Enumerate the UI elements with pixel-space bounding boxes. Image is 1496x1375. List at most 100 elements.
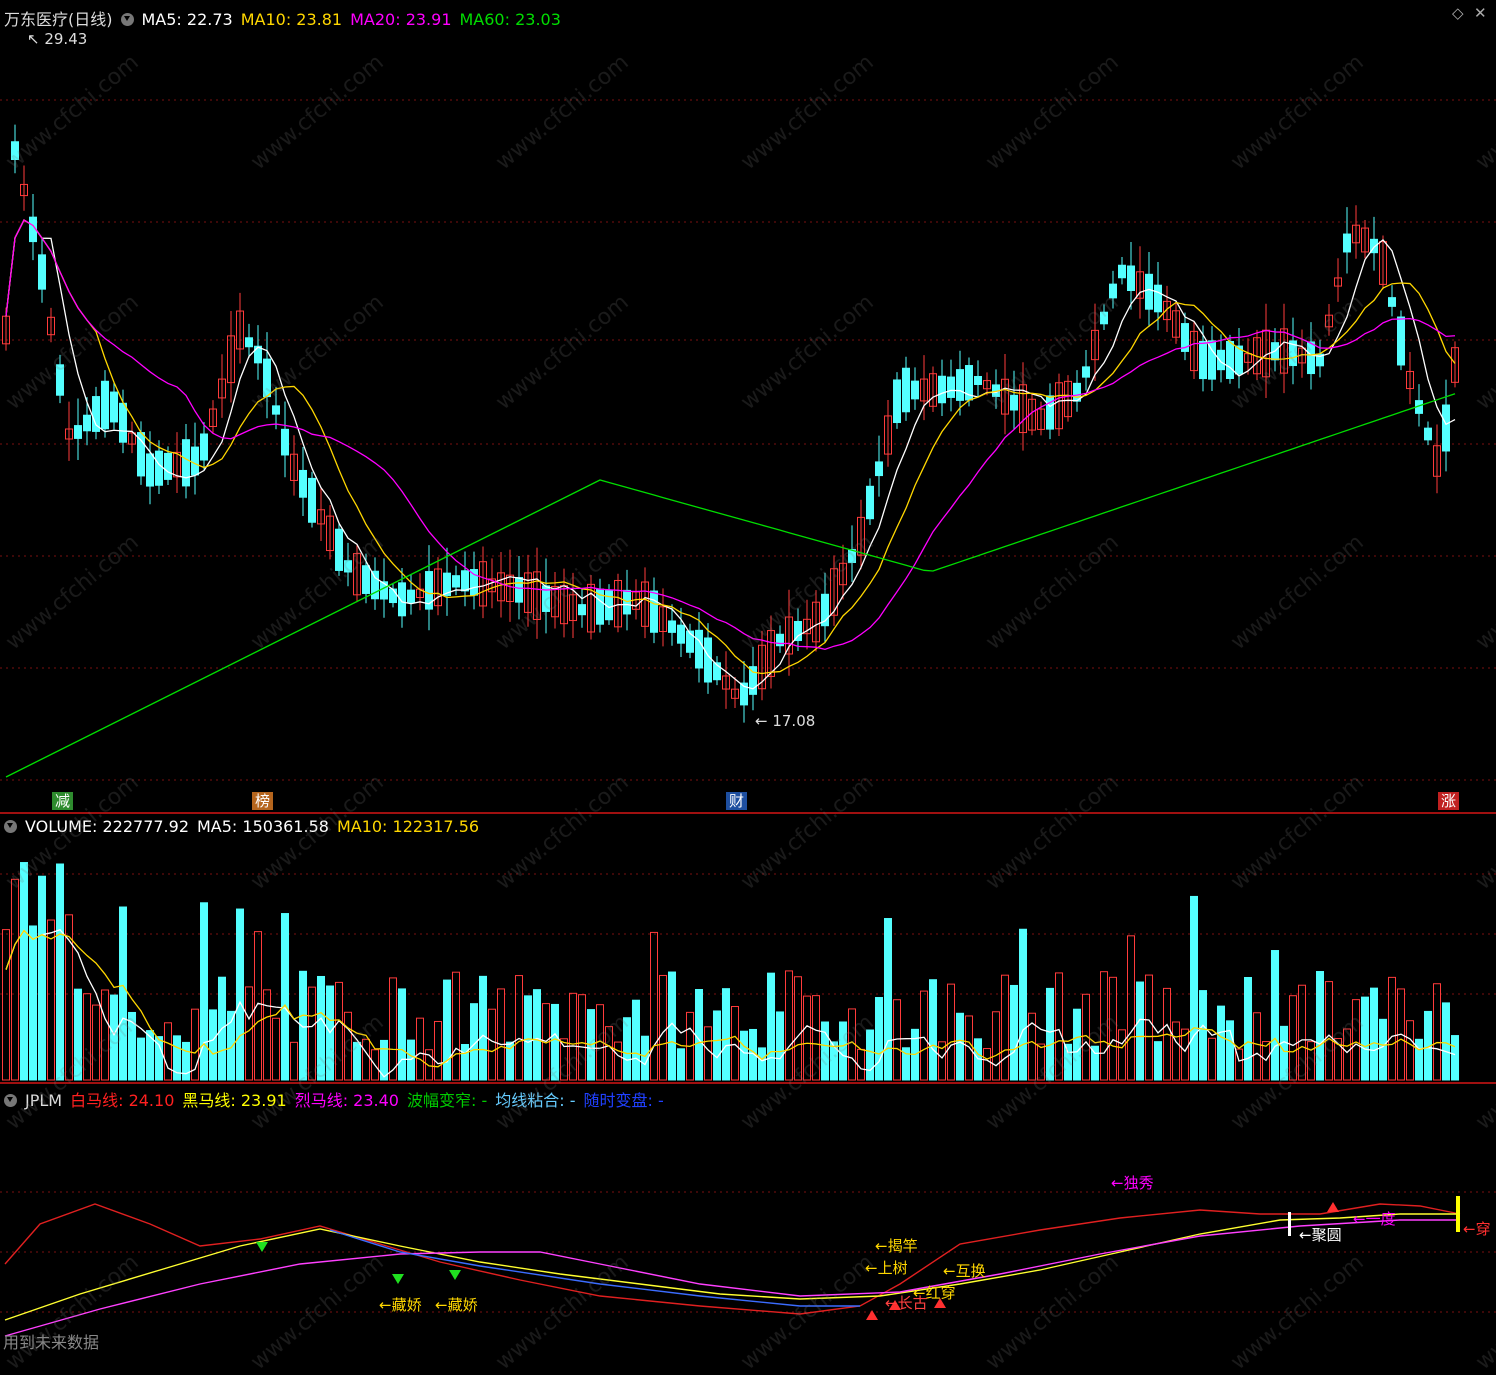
candle-body (137, 432, 145, 477)
candlestick-chart[interactable] (0, 0, 1496, 812)
volume-bar (497, 988, 505, 1081)
ma10-line (5, 219, 1456, 675)
settings-dropdown-icon[interactable] (4, 820, 17, 833)
volume-bar (92, 1004, 100, 1081)
volume-bar (1442, 1002, 1450, 1081)
candle-body (515, 577, 523, 603)
volume-bar (344, 1011, 352, 1081)
ma60-label: MA60: 23.03 (459, 10, 561, 29)
candle-body (1442, 404, 1450, 452)
volume-bar (740, 1030, 748, 1081)
volume-bar (137, 1037, 145, 1081)
volume-bar (803, 995, 811, 1081)
candle-body (902, 367, 910, 413)
candle-body (1082, 366, 1090, 378)
volume-bar (1388, 976, 1396, 1081)
volume-bar (389, 977, 397, 1081)
candle-body (1154, 284, 1162, 313)
volume-bar (524, 995, 532, 1081)
candle-body (650, 590, 658, 633)
volume-bar (1100, 971, 1108, 1081)
volume-bar (731, 1006, 739, 1081)
indicator-name[interactable]: JPLM (25, 1091, 62, 1110)
event-tag-finance[interactable]: 财 (726, 792, 748, 810)
settings-dropdown-icon[interactable] (4, 1094, 17, 1107)
candle-body (56, 364, 64, 396)
event-tag-rise[interactable]: 涨 (1438, 792, 1460, 810)
candle-body (1100, 311, 1108, 325)
candle-body (1199, 340, 1207, 380)
ma20-label: MA20: 23.91 (350, 10, 452, 29)
candle-body (1109, 283, 1117, 299)
volume-bar (1343, 1028, 1351, 1081)
event-tag-reduce[interactable]: 减 (52, 792, 74, 810)
volume-bar (1073, 1008, 1081, 1081)
volume-bar (1379, 1018, 1387, 1081)
volume-bar (308, 986, 316, 1081)
ma5-line (5, 219, 1456, 690)
volume-bar (767, 972, 775, 1081)
volume-bar (434, 1020, 442, 1081)
volume-bar (74, 988, 82, 1081)
volume-bar (704, 1026, 712, 1081)
candle-body (956, 369, 964, 401)
candle-body (695, 629, 703, 669)
candle-body (1145, 273, 1153, 310)
volume-bar (272, 1017, 280, 1081)
stock-title[interactable]: 万东医疗(日线) (4, 10, 113, 29)
candle-body (407, 589, 415, 604)
event-tag-list[interactable]: 榜 (252, 792, 274, 810)
candle-body (146, 453, 154, 487)
volume-bar (1055, 972, 1063, 1081)
volume-bar (821, 1021, 829, 1081)
candle-body (200, 433, 208, 461)
change-label: 随时变盘: - (583, 1091, 664, 1110)
volume-bar (695, 989, 703, 1081)
volume-bar (200, 902, 208, 1081)
volume-bar (101, 989, 109, 1081)
volume-bar (182, 1041, 190, 1081)
volume-bar (1208, 1037, 1216, 1081)
candle-body (1397, 316, 1405, 366)
volume-bar (758, 1047, 766, 1081)
candle-body (38, 254, 46, 290)
volume-bar (110, 994, 118, 1081)
volume-bar (1109, 976, 1117, 1081)
signal-label: ←一度 (1353, 1210, 1396, 1228)
volume-panel[interactable]: VOLUME: 222777.92 MA5: 150361.58 MA10: 122… (0, 814, 1496, 1082)
volume-bar (209, 1009, 217, 1081)
candle-body (1217, 349, 1225, 371)
indicator-panel[interactable]: JPLM 白马线: 24.10 黑马线: 23.91 烈马线: 23.40 波幅变窄: … (0, 1084, 1496, 1359)
candle-body (299, 469, 307, 498)
diamond-icon[interactable]: ◇ (1452, 4, 1464, 22)
converge-label: 均线粘合: - (495, 1091, 576, 1110)
volume-bar (1010, 984, 1018, 1081)
volume-bar (551, 1003, 559, 1081)
volume-bar (488, 1008, 496, 1081)
future-data-footer: 用到未来数据 (3, 1333, 100, 1352)
jplm-indicator-chart[interactable] (0, 1084, 1496, 1359)
candlestick-panel[interactable]: 万东医疗(日线) MA5: 22.73 MA10: 23.81 MA20: 23.91… (0, 0, 1496, 812)
volume-bar (875, 997, 883, 1081)
volume-bar (839, 1021, 847, 1081)
volume-chart[interactable] (0, 814, 1496, 1082)
volume-bar (47, 919, 55, 1081)
volume-bar (20, 862, 28, 1081)
volume-bar (83, 993, 91, 1081)
volume-bar (1271, 950, 1279, 1081)
volume-bar (452, 971, 460, 1081)
up-arrow-icon (1327, 1202, 1339, 1212)
volume-bar (281, 913, 289, 1081)
close-icon[interactable]: ✕ (1474, 4, 1487, 22)
volume-bar (1145, 974, 1153, 1081)
signal-label: ←藏娇 (435, 1296, 478, 1314)
down-arrow-icon (256, 1242, 268, 1252)
settings-dropdown-icon[interactable] (120, 13, 134, 26)
volume-bar (1370, 987, 1378, 1081)
volume-bar (776, 1011, 784, 1081)
volume-bar (416, 1017, 424, 1081)
volume-bar (461, 1044, 469, 1081)
volume-bar (1298, 984, 1306, 1081)
volume-bar (983, 1048, 991, 1081)
signal-label: ←揭竿 (875, 1237, 918, 1255)
